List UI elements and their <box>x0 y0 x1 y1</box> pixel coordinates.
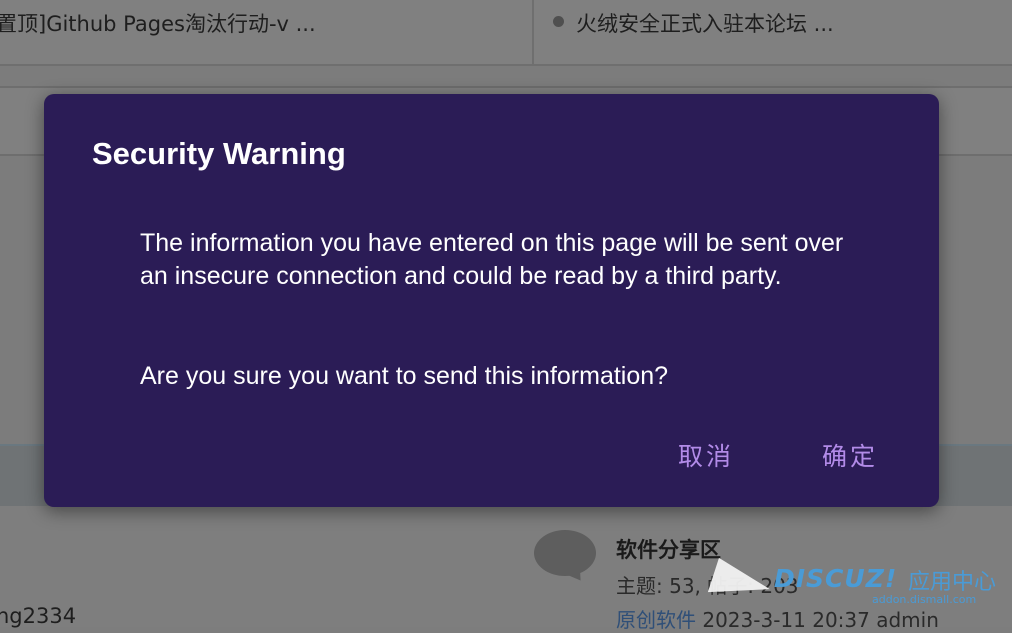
announcement-link-left[interactable]: 置顶]Github Pages淘汰行动-v ... <box>0 8 316 38</box>
dialog-message: The information you have entered on this… <box>140 229 844 290</box>
dialog-question: Are you sure you want to send this infor… <box>140 362 669 390</box>
paper-plane-icon <box>707 557 775 611</box>
watermark-cn: 应用中心 <box>908 570 997 595</box>
confirm-button[interactable]: 确定 <box>814 430 886 480</box>
dialog-title: Security Warning <box>92 136 346 171</box>
announcement-divider <box>532 0 534 64</box>
forum-last-post-link[interactable]: 原创软件 <box>616 608 696 632</box>
security-warning-dialog: Security Warning The information you hav… <box>44 94 939 507</box>
forum-title[interactable]: 软件分享区 <box>616 534 721 564</box>
discuz-watermark: DISCUZ! 应用中心 addon.dismall.com <box>707 557 1002 622</box>
username-text: ng2334 <box>0 604 77 628</box>
watermark-brand: DISCUZ! <box>774 564 898 593</box>
cancel-button[interactable]: 取消 <box>670 430 742 480</box>
bullet-icon <box>553 16 564 27</box>
watermark-url: addon.dismall.com <box>872 593 977 606</box>
forum-chat-bubble-icon <box>534 530 596 576</box>
announcement-link-right[interactable]: 火绒安全正式入驻本论坛 ... <box>576 8 834 38</box>
